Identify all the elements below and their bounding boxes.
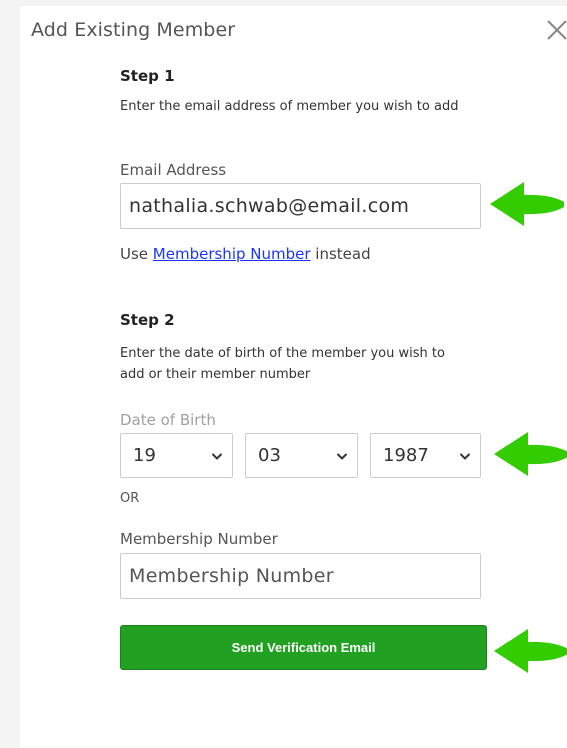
alt-link-suffix: instead [310, 245, 371, 263]
left-arrow-icon [490, 182, 564, 226]
dob-day-select[interactable]: 19 [120, 433, 233, 478]
email-label: Email Address [120, 161, 227, 179]
dob-label: Date of Birth [120, 411, 216, 429]
dob-month-value: 03 [258, 445, 281, 466]
dob-year-select[interactable]: 1987 [370, 433, 481, 478]
alt-link-line: Use Membership Number instead [120, 245, 371, 263]
or-separator: OR [120, 491, 140, 506]
chevron-down-icon [459, 453, 471, 460]
membership-number-link[interactable]: Membership Number [153, 245, 311, 263]
chevron-down-icon [211, 453, 223, 460]
dob-day-value: 19 [133, 445, 156, 466]
step-1-instruction: Enter the email address of member you wi… [120, 99, 459, 114]
close-icon[interactable] [546, 18, 567, 42]
left-arrow-icon [494, 432, 567, 476]
membership-number-label: Membership Number [120, 530, 278, 548]
step-2-heading: Step 2 [120, 311, 175, 329]
chevron-down-icon [336, 453, 348, 460]
dob-month-select[interactable]: 03 [245, 433, 358, 478]
dob-year-value: 1987 [383, 445, 429, 466]
alt-link-prefix: Use [120, 245, 153, 263]
step-2-instruction: Enter the date of birth of the member yo… [120, 346, 445, 382]
email-input[interactable] [120, 183, 481, 229]
left-arrow-icon [494, 629, 567, 673]
membership-number-input[interactable] [120, 553, 481, 599]
modal-title: Add Existing Member [31, 19, 236, 41]
step-1-heading: Step 1 [120, 67, 175, 85]
send-verification-email-button[interactable]: Send Verification Email [120, 625, 487, 670]
